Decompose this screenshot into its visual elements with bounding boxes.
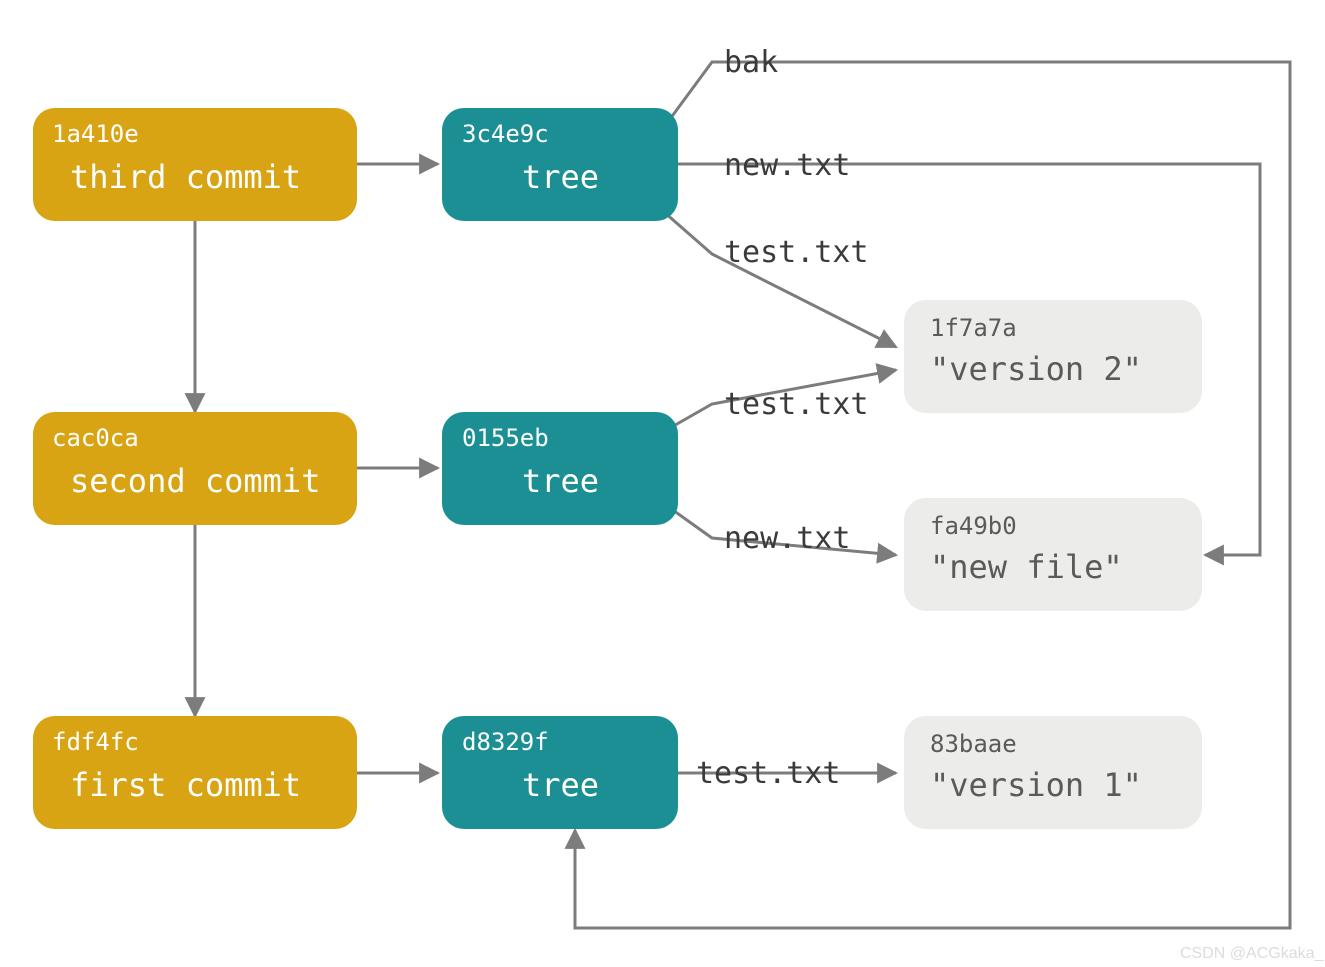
watermark: CSDN @ACGkaka_: [1180, 945, 1324, 962]
edge-t1-testtxt-b1: [664, 212, 896, 347]
tree-hash: d8329f: [462, 728, 549, 756]
tree-3c4e9c: 3c4e9c tree: [442, 108, 678, 221]
commit-hash: cac0ca: [52, 424, 139, 452]
blob-hash: 83baae: [930, 730, 1017, 758]
blob-label: "new file": [930, 548, 1123, 586]
edge-label-testtxt-1: test.txt: [724, 235, 869, 270]
edge-label-testtxt-2: test.txt: [724, 387, 869, 422]
commit-second: cac0ca second commit: [33, 412, 357, 525]
tree-hash: 3c4e9c: [462, 120, 549, 148]
commit-label: first commit: [70, 766, 301, 804]
tree-0155eb: 0155eb tree: [442, 412, 678, 525]
commit-hash: fdf4fc: [52, 728, 139, 756]
blob-hash: 1f7a7a: [930, 314, 1017, 342]
tree-label: tree: [522, 158, 599, 196]
edge-label-testtxt-3: test.txt: [696, 756, 841, 791]
commit-hash: 1a410e: [52, 120, 139, 148]
commit-label: second commit: [70, 462, 320, 500]
tree-hash: 0155eb: [462, 424, 549, 452]
tree-label: tree: [522, 766, 599, 804]
blob-version2: 1f7a7a "version 2": [904, 300, 1202, 413]
blob-hash: fa49b0: [930, 512, 1017, 540]
edge-label-bak: bak: [724, 45, 778, 80]
blob-newfile: fa49b0 "new file": [904, 498, 1202, 611]
blob-label: "version 1": [930, 766, 1142, 804]
tree-d8329f: d8329f tree: [442, 716, 678, 829]
commit-first: fdf4fc first commit: [33, 716, 357, 829]
git-object-diagram: bak new.txt test.txt test.txt new.txt te…: [0, 0, 1325, 967]
blob-version1: 83baae "version 1": [904, 716, 1202, 829]
commit-label: third commit: [70, 158, 301, 196]
edge-label-newtxt-1: new.txt: [724, 148, 850, 183]
commit-third: 1a410e third commit: [33, 108, 357, 221]
edge-label-newtxt-2: new.txt: [724, 521, 850, 556]
blob-label: "version 2": [930, 350, 1142, 388]
tree-label: tree: [522, 462, 599, 500]
